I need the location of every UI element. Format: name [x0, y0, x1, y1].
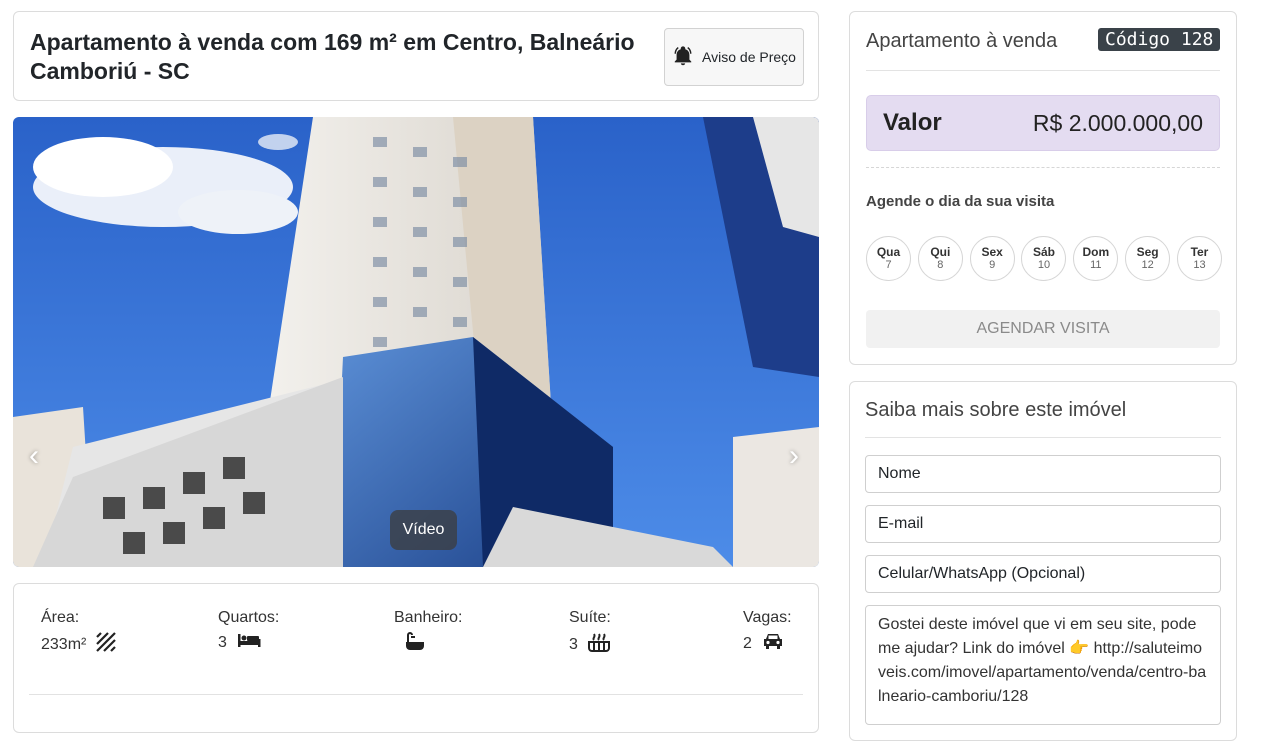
bell-ring-icon: [672, 45, 694, 70]
feature-value: 233m²: [41, 635, 87, 653]
price-value: R$ 2.000.000,00: [1032, 109, 1203, 136]
contact-card: Saiba mais sobre este imóvel Gostei dest…: [849, 381, 1237, 741]
divider: [29, 694, 803, 695]
email-field[interactable]: [865, 505, 1221, 543]
day-option[interactable]: Sex 9: [969, 236, 1015, 281]
feature-area: Área: 233m²: [41, 609, 117, 657]
phone-field[interactable]: [865, 555, 1221, 593]
feature-value: 3: [569, 635, 578, 653]
day-option[interactable]: Qui 8: [917, 236, 963, 281]
feature-value: 2: [743, 634, 752, 652]
day-picker: Qua 7 Qui 8 Sex 9 Sáb 10 Dom 11 Seg 12 Ter 13: [866, 236, 1222, 281]
day-option[interactable]: Seg 12: [1125, 236, 1171, 281]
day-name: Ter: [1190, 245, 1209, 259]
feature-label: Vagas:: [743, 609, 792, 626]
day-name: Sáb: [1032, 245, 1055, 259]
feature-bathroom: Banheiro:: [394, 609, 463, 657]
chevron-left-icon[interactable]: ‹: [29, 441, 39, 471]
day-option[interactable]: Ter 13: [1176, 236, 1222, 281]
price-box: Valor R$ 2.000.000,00: [866, 95, 1220, 151]
car-icon: [762, 632, 784, 655]
photo-carousel[interactable]: ‹ › Vídeo: [13, 117, 819, 567]
day-date: 9: [989, 259, 996, 271]
feature-label: Área:: [41, 609, 80, 626]
divider: [866, 70, 1220, 71]
name-field[interactable]: [865, 455, 1221, 493]
feature-label: Suíte:: [569, 609, 611, 626]
day-date: 7: [885, 259, 892, 271]
feature-value: 3: [218, 633, 227, 651]
day-date: 12: [1141, 259, 1154, 271]
listing-title-card: Apartamento à venda com 169 m² em Centro…: [13, 11, 819, 101]
listing-title: Apartamento à venda com 169 m² em Centro…: [30, 29, 635, 84]
price-alert-label: Aviso de Preço: [702, 49, 796, 65]
code-badge: Código 128: [1098, 28, 1221, 51]
day-option[interactable]: Qua 7: [866, 236, 911, 281]
bathtub-icon: [404, 632, 426, 657]
features-card: Área: 233m² Quartos: 3 Banheiro: Suíte: …: [13, 583, 819, 733]
building-photo: [13, 117, 819, 567]
feature-bedrooms: Quartos: 3: [218, 609, 279, 653]
day-date: 13: [1193, 259, 1206, 271]
price-label: Valor: [883, 109, 942, 136]
day-name: Dom: [1082, 245, 1110, 259]
contact-title: Saiba mais sobre este imóvel: [865, 399, 1127, 421]
day-date: 10: [1037, 259, 1051, 271]
schedule-visit-button[interactable]: AGENDAR VISITA: [866, 310, 1220, 348]
day-name: Qua: [876, 245, 901, 259]
visit-title: Agende o dia da sua visita: [866, 193, 1055, 210]
day-name: Qui: [930, 245, 951, 259]
feature-label: Banheiro:: [394, 609, 463, 626]
sale-card: Apartamento à venda Código 128 Valor R$ …: [849, 11, 1237, 365]
day-date: 11: [1090, 259, 1102, 271]
chevron-right-icon[interactable]: ›: [789, 441, 799, 471]
feature-parking: Vagas: 2: [743, 609, 792, 655]
video-button[interactable]: Vídeo: [390, 510, 457, 550]
day-name: Seg: [1136, 245, 1159, 259]
feature-suite: Suíte: 3: [569, 609, 611, 657]
day-option[interactable]: Dom 11: [1073, 236, 1119, 281]
area-hatch-icon: [96, 632, 117, 657]
divider: [865, 437, 1221, 438]
bed-icon: [237, 632, 261, 653]
sale-title: Apartamento à venda: [866, 30, 1058, 52]
day-name: Sex: [981, 245, 1003, 259]
day-option[interactable]: Sáb 10: [1021, 236, 1067, 281]
message-textarea[interactable]: Gostei deste imóvel que vi em seu site, …: [865, 605, 1221, 725]
suite-bath-icon: [587, 632, 610, 657]
day-date: 8: [937, 259, 944, 271]
feature-label: Quartos:: [218, 609, 280, 626]
divider: [866, 167, 1220, 168]
price-alert-button[interactable]: Aviso de Preço: [664, 28, 804, 86]
